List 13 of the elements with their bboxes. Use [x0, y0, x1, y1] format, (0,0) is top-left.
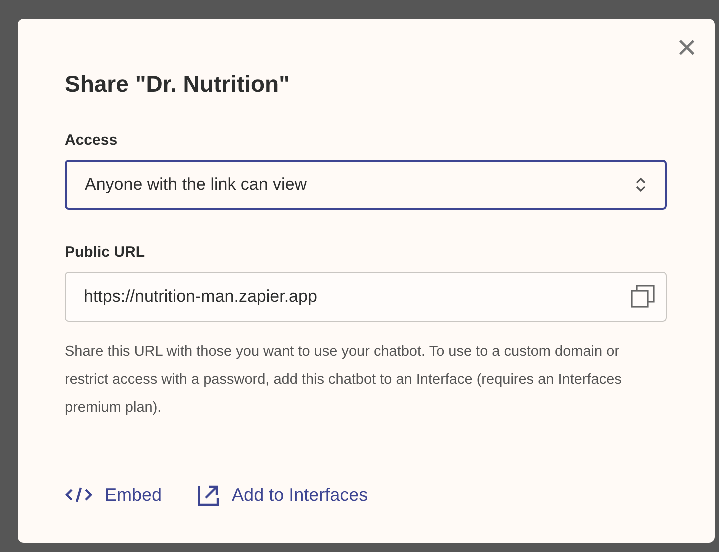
embed-link[interactable]: Embed	[65, 484, 162, 506]
url-label: Public URL	[65, 244, 146, 261]
access-select[interactable]: Anyone with the link can view	[65, 160, 667, 210]
code-icon	[65, 486, 93, 504]
copy-icon[interactable]	[631, 285, 655, 309]
chevron-updown-icon	[635, 176, 647, 194]
external-link-icon	[198, 484, 220, 506]
help-text: Share this URL with those you want to use your chatbot. To use to a custom domain or restrict access with a password, add this chatbot to an Interface (requires an Interfaces premium plan).	[65, 343, 623, 418]
add-to-interfaces-link[interactable]: Add to Interfaces	[198, 484, 368, 506]
close-button[interactable]: ×	[677, 31, 697, 65]
dialog-title: Share "Dr. Nutrition"	[65, 71, 292, 98]
url-field[interactable]: https://nutrition-man.zapier.app	[65, 272, 667, 322]
access-label: Access	[65, 132, 119, 149]
